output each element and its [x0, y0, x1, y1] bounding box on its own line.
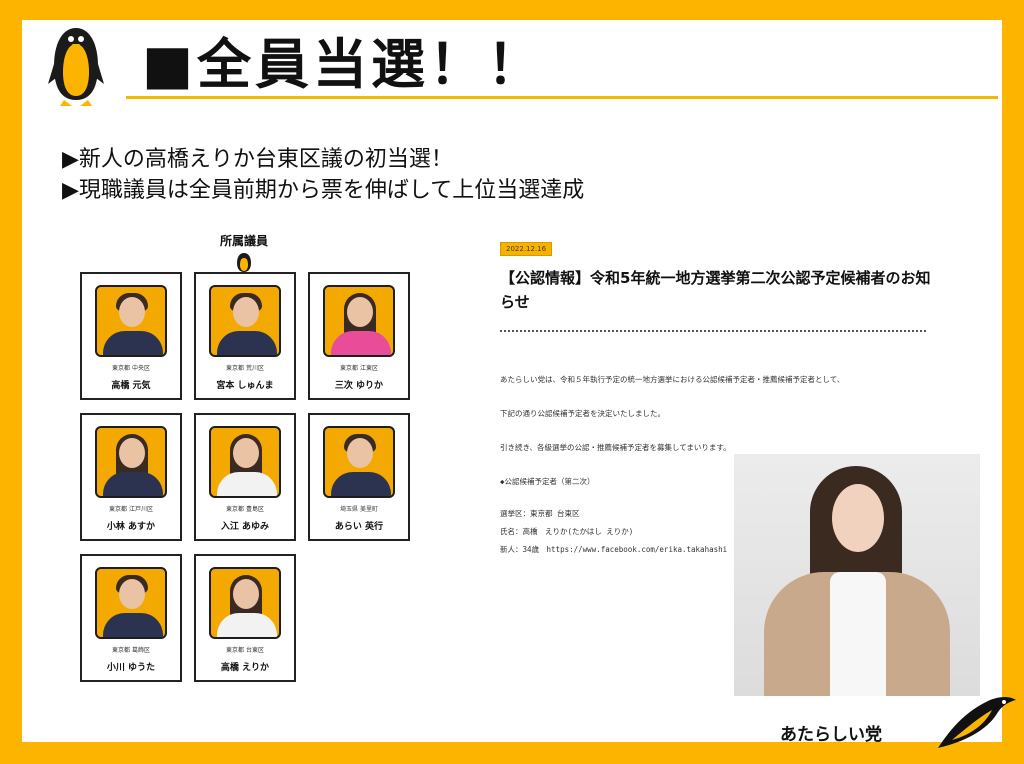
member-card[interactable]: 埼玉県 美里町 あらい 英行: [308, 413, 410, 541]
member-name: 入江 あゆみ: [220, 522, 270, 532]
date-badge: 2022.12.16: [500, 242, 553, 256]
member-name: 宮本 しゅんま: [216, 381, 274, 391]
announcement-line: 氏名：高橋 えりか(たかはし えりか): [500, 527, 634, 536]
member-photo: [95, 426, 167, 498]
announcement-title[interactable]: 【公認情報】令和5年統一地方選挙第二次公認予定候補者のお知らせ: [500, 266, 940, 314]
member-photo: [95, 285, 167, 357]
bullet-item: ▶新人の高橋えりか台東区議の初当選！: [62, 147, 453, 172]
member-district: 東京都 豊島区: [226, 506, 264, 513]
member-photo: [323, 285, 395, 357]
member-name: 三次 ゆりか: [334, 381, 384, 391]
member-card[interactable]: 東京都 荒川区 宮本 しゅんま: [194, 272, 296, 400]
member-card[interactable]: 東京都 台東区 高橋 えりか: [194, 554, 296, 682]
bullet-item: ▶現職議員は全員前期から票を伸ばして上位当選達成: [62, 178, 585, 203]
member-card[interactable]: 東京都 江東区 三次 ゆりか: [308, 272, 410, 400]
slide: ■全員当選！！ ▶新人の高橋えりか台東区議の初当選！ ▶現職議員は全員前期から票…: [22, 20, 1002, 742]
member-name: 高橋 えりか: [220, 663, 270, 673]
member-name: 小林 あすか: [106, 522, 156, 532]
member-photo: [209, 426, 281, 498]
announcement-line: 引き続き、各級選挙の公認・推薦候補予定者を募集してまいります。: [500, 443, 731, 452]
announcement-line: 選挙区：東京都 台東区: [500, 509, 580, 518]
member-grid: 所属議員 東京都 中央区 高橋 元気 東京都 荒川区 宮本 しゅんま 東京都 江…: [72, 232, 432, 702]
member-district: 東京都 荒川区: [226, 365, 264, 372]
member-name: あらい 英行: [334, 522, 384, 532]
penguin-icon: [237, 253, 251, 272]
member-name: 小川 ゆうた: [106, 663, 156, 673]
member-card[interactable]: 東京都 江戸川区 小林 あすか: [80, 413, 182, 541]
member-photo: [209, 567, 281, 639]
announcement-line: あたらしい党は、令和５年執行予定の統一地方選挙における公認候補予定者・推薦候補予…: [500, 375, 845, 384]
penguin-mascot-icon: [48, 28, 104, 106]
slide-title: ■全員当選！！: [142, 33, 546, 96]
party-bird-logo-icon: [938, 697, 1018, 748]
member-card[interactable]: 東京都 豊島区 入江 あゆみ: [194, 413, 296, 541]
member-photo: [209, 285, 281, 357]
candidate-photo: [734, 454, 980, 696]
member-card[interactable]: 東京都 葛飾区 小川 ゆうた: [80, 554, 182, 682]
member-district: 東京都 江東区: [340, 365, 378, 372]
member-district: 東京都 江戸川区: [109, 506, 153, 513]
party-name: あたらしい党: [780, 725, 882, 745]
member-photo: [323, 426, 395, 498]
member-card[interactable]: 東京都 中央区 高橋 元気: [80, 272, 182, 400]
announcement-link[interactable]: 新人：34歳 https://www.facebook.com/erika.ta…: [500, 544, 738, 555]
dotted-divider: [500, 330, 926, 332]
announcement-line: 下記の通り公認候補予定者を決定いたしました。: [500, 409, 665, 418]
title-underline: [126, 96, 998, 99]
bullet-list: ▶新人の高橋えりか台東区議の初当選！ ▶現職議員は全員前期から票を伸ばして上位当…: [62, 144, 584, 206]
member-district: 東京都 中央区: [112, 365, 150, 372]
members-heading: 所属議員: [219, 234, 268, 248]
member-photo: [95, 567, 167, 639]
member-district: 東京都 台東区: [226, 647, 264, 654]
member-name: 高橋 元気: [111, 381, 151, 391]
member-district: 埼玉県 美里町: [340, 506, 378, 513]
member-district: 東京都 葛飾区: [112, 647, 150, 654]
announcement-line: ◆公認候補予定者（第二次）: [500, 477, 595, 486]
